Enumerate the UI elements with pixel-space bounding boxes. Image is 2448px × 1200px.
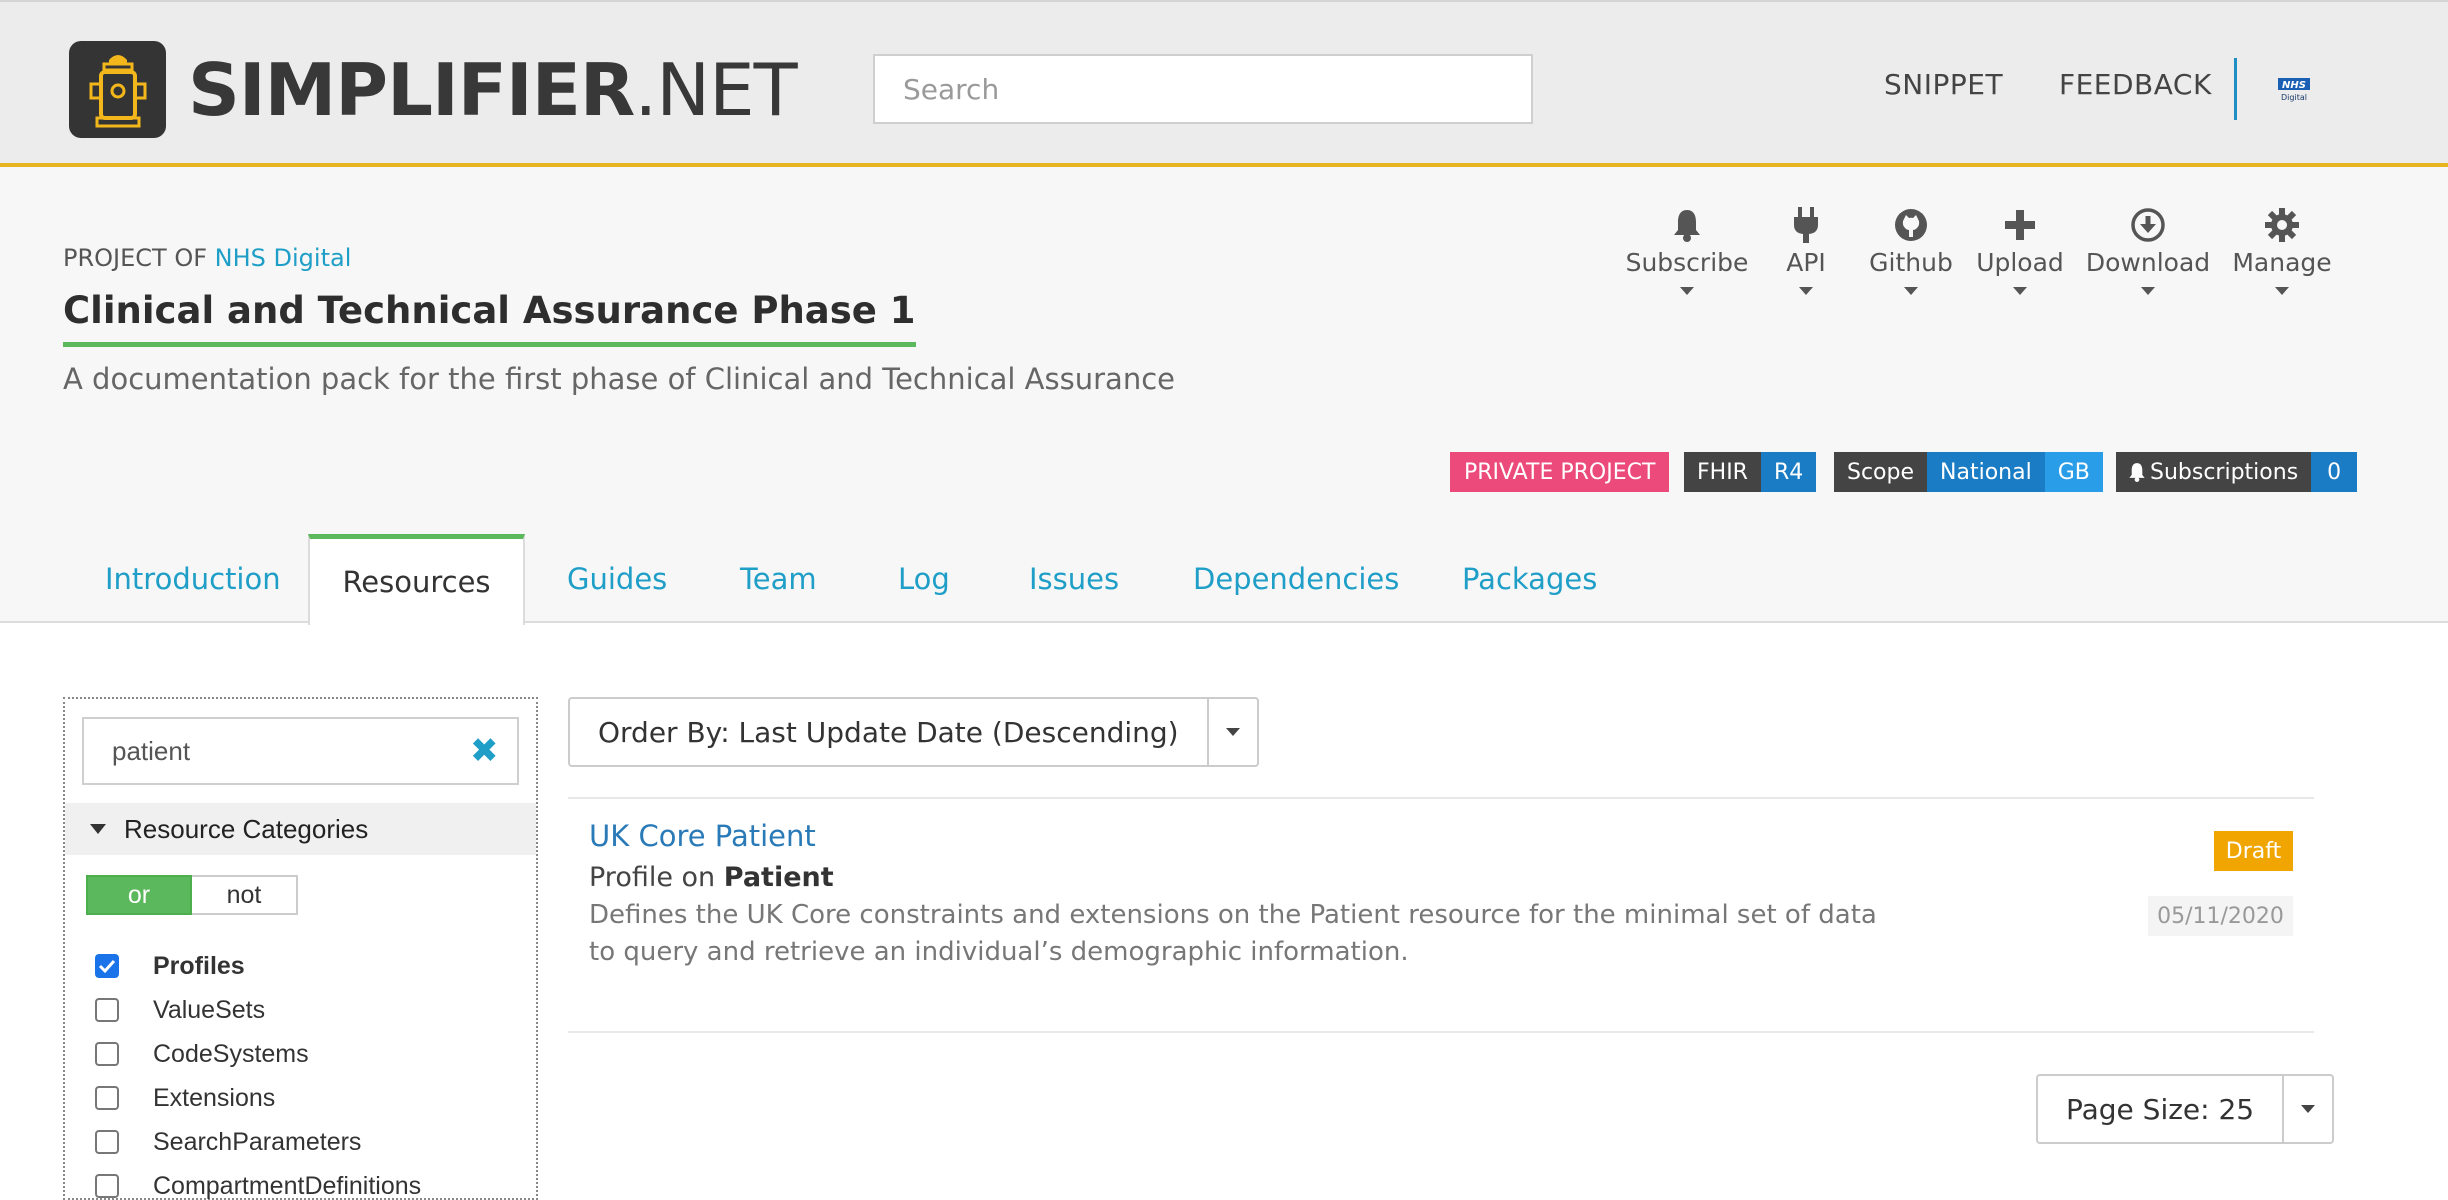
chevron-down-icon <box>1799 287 1813 295</box>
nav-divider <box>2234 58 2237 120</box>
clear-filter-icon[interactable]: ✖ <box>470 734 499 768</box>
tab-resources[interactable]: Resources <box>308 534 525 625</box>
valuesets-label: ValueSets <box>153 995 266 1024</box>
scope-country: GB <box>2044 452 2103 492</box>
category-extensions[interactable]: Extensions <box>95 1078 275 1118</box>
project-description: A documentation pack for the first phase… <box>63 362 1175 396</box>
upload-button[interactable]: Upload <box>1950 205 2090 295</box>
bell-icon <box>2129 463 2145 482</box>
result-title-link[interactable]: UK Core Patient <box>589 819 816 853</box>
page-size-toggle[interactable] <box>2284 1076 2332 1142</box>
valuesets-checkbox[interactable] <box>95 998 119 1022</box>
chevron-down-icon <box>2275 287 2289 295</box>
result-description: Defines the UK Core constraints and exte… <box>589 900 1877 967</box>
nhs-digital-org-icon[interactable]: NHS Digital <box>2276 76 2312 104</box>
result-date: 05/11/2020 <box>2148 896 2293 936</box>
resource-categories-heading[interactable]: Resource Categories <box>65 803 536 855</box>
private-project-label: PRIVATE PROJECT <box>1450 452 1670 492</box>
chevron-down-icon <box>2141 287 2155 295</box>
plus-icon <box>1950 205 2090 245</box>
not-toggle-button[interactable]: not <box>192 875 298 915</box>
fhir-version-badge: FHIR R4 <box>1684 452 1817 492</box>
private-project-badge: PRIVATE PROJECT <box>1450 452 1670 492</box>
svg-text:NHS: NHS <box>2282 80 2306 91</box>
project-owner-prefix: PROJECT OF <box>63 244 208 272</box>
download-button[interactable]: Download <box>2078 205 2218 295</box>
or-toggle-button[interactable]: or <box>86 875 192 915</box>
order-by-label: Order By: Last Update Date (Descending) <box>570 699 1209 765</box>
top-bar: SIMPLIFIER.NET SNIPPET FEEDBACK NHS Digi… <box>0 0 2448 167</box>
filter-search-input[interactable] <box>82 717 519 785</box>
tab-team[interactable]: Team <box>740 534 817 623</box>
svg-text:Digital: Digital <box>2281 93 2307 102</box>
project-title: Clinical and Technical Assurance Phase 1 <box>63 289 916 347</box>
manage-button[interactable]: Manage <box>2212 205 2352 295</box>
caret-down-icon <box>1225 728 1240 736</box>
status-badge: Draft <box>2214 831 2293 871</box>
project-owner-link[interactable]: NHS Digital <box>215 244 352 272</box>
category-searchparameters[interactable]: SearchParameters <box>95 1122 361 1162</box>
chevron-down-icon <box>2013 287 2027 295</box>
tab-log[interactable]: Log <box>898 534 950 623</box>
upload-label: Upload <box>1976 248 2064 277</box>
tab-packages[interactable]: Packages <box>1462 534 1597 623</box>
results-divider-top <box>568 797 2314 799</box>
result-type-name: Patient <box>723 862 834 893</box>
hydrant-logo-icon <box>69 41 166 138</box>
codesystems-checkbox[interactable] <box>95 1042 119 1066</box>
compartmentdefinitions-checkbox[interactable] <box>95 1174 119 1198</box>
tab-issues[interactable]: Issues <box>1029 534 1119 623</box>
resource-filter-panel: ✖ Resource Categories or not Profiles Va… <box>63 697 538 1200</box>
fhir-value: R4 <box>1760 452 1817 492</box>
extensions-label: Extensions <box>153 1083 276 1112</box>
extensions-checkbox[interactable] <box>95 1086 119 1110</box>
chevron-down-icon <box>1904 287 1918 295</box>
scope-value: National <box>1927 452 2045 492</box>
codesystems-label: CodeSystems <box>153 1039 309 1068</box>
category-profiles[interactable]: Profiles <box>95 946 245 986</box>
order-by-toggle[interactable] <box>1209 699 1257 765</box>
subscriptions-label-wrap: Subscriptions <box>2116 452 2312 492</box>
fhir-label: FHIR <box>1684 452 1761 492</box>
resource-categories-label: Resource Categories <box>124 813 369 844</box>
page-size-label: Page Size: 25 <box>2038 1076 2285 1142</box>
searchparameters-label: SearchParameters <box>153 1127 362 1156</box>
chevron-down-icon <box>1680 287 1694 295</box>
project-owner: PROJECT OF NHS Digital <box>63 244 351 272</box>
site-name: SIMPLIFIER.NET <box>188 47 798 132</box>
scope-label: Scope <box>1834 452 1928 492</box>
compartmentdefinitions-label: CompartmentDefinitions <box>153 1171 422 1200</box>
download-label: Download <box>2085 248 2211 277</box>
feedback-link[interactable]: FEEDBACK <box>2059 68 2212 101</box>
site-logo[interactable]: SIMPLIFIER.NET <box>69 41 798 138</box>
page-size-dropdown[interactable]: Page Size: 25 <box>2036 1074 2335 1144</box>
result-type-prefix: Profile on <box>589 862 716 893</box>
manage-label: Manage <box>2232 248 2332 277</box>
subscriptions-badge[interactable]: Subscriptions 0 <box>2116 452 2358 492</box>
tab-introduction[interactable]: Introduction <box>105 534 281 623</box>
site-search-input[interactable] <box>873 54 1533 124</box>
category-valuesets[interactable]: ValueSets <box>95 990 265 1030</box>
or-not-toggle: or not <box>86 875 298 915</box>
subscriptions-count: 0 <box>2311 452 2358 492</box>
scope-badge: Scope National GB <box>1834 452 2103 492</box>
checkmark-icon <box>98 959 116 974</box>
category-codesystems[interactable]: CodeSystems <box>95 1034 309 1074</box>
tab-guides[interactable]: Guides <box>567 534 667 623</box>
results-divider-bottom <box>568 1031 2314 1033</box>
profiles-checkbox[interactable] <box>95 954 119 978</box>
category-compartmentdefinitions[interactable]: CompartmentDefinitions <box>95 1166 421 1200</box>
caret-down-icon <box>2301 1105 2316 1113</box>
gear-icon <box>2212 205 2352 245</box>
order-by-dropdown[interactable]: Order By: Last Update Date (Descending) <box>568 697 1259 767</box>
download-icon <box>2078 205 2218 245</box>
profiles-label: Profiles <box>153 951 245 980</box>
project-tabs: Introduction Resources Guides Team Log I… <box>0 534 2448 625</box>
result-type: Profile on Patient <box>589 862 834 893</box>
snippet-link[interactable]: SNIPPET <box>1884 68 2003 101</box>
subscriptions-label: Subscriptions <box>2150 459 2299 485</box>
caret-down-icon <box>90 824 106 834</box>
tab-dependencies[interactable]: Dependencies <box>1193 534 1399 623</box>
searchparameters-checkbox[interactable] <box>95 1130 119 1154</box>
